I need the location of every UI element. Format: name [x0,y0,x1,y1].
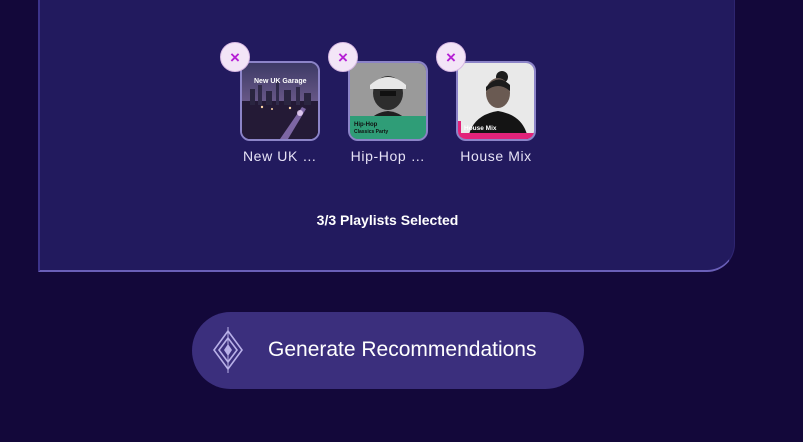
cover-subtitle: Classics Party [354,129,388,135]
playlist-name: Hip-Hop … [350,148,426,164]
playlist-name: House Mix [460,148,532,164]
playlist-tile[interactable]: House Mix × House Mix [436,42,536,164]
remove-playlist-button[interactable]: × [436,42,466,72]
playlist-cover[interactable]: New UK Garage [240,61,320,141]
playlist-cover[interactable]: Hip-Hop Classics Party [348,61,428,141]
generate-recommendations-button[interactable]: Generate Recommendations [192,312,584,389]
remove-playlist-button[interactable]: × [220,42,250,72]
cityscape-cover-image: New UK Garage [242,63,318,139]
portrait-cover-image: Hip-Hop Classics Party [350,63,426,139]
playlist-tile[interactable]: New UK Garage × New UK … [220,42,320,164]
playlist-cover[interactable]: House Mix [456,61,536,141]
diamond-sparkle-icon [213,327,243,373]
close-icon: × [230,47,240,67]
remove-playlist-button[interactable]: × [328,42,358,72]
cover-title: Hip-Hop [354,122,378,128]
close-icon: × [446,47,456,67]
portrait-cover-image: House Mix [458,63,534,139]
generate-button-label: Generate Recommendations [268,338,537,361]
playlist-name: New UK … [242,148,318,164]
playlist-tile[interactable]: Hip-Hop Classics Party × Hip-Hop … [328,42,428,164]
cover-title: House Mix [464,125,497,132]
selection-count: 3/3 Playlists Selected [316,212,459,228]
cover-title: New UK Garage [254,78,307,85]
close-icon: × [338,47,348,67]
